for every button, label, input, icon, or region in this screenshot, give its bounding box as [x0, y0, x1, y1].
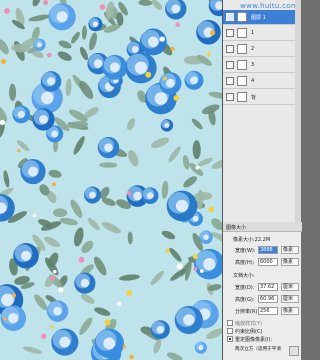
layer-row[interactable]: 图层 1: [223, 10, 301, 25]
layers-panel: www.huitu.com 图层 1 1 2 3 4 背: [222, 0, 301, 222]
eye-icon[interactable]: [226, 61, 234, 69]
resample-label: 重定图像像素(I):: [235, 337, 273, 343]
eye-icon[interactable]: [226, 29, 234, 37]
resample-method-select[interactable]: 两次立方（适用于平滑: [235, 346, 281, 352]
layer-thumbnail: [237, 60, 247, 70]
eye-icon[interactable]: [226, 93, 234, 101]
pixel-height-label: 高度(H):: [235, 260, 255, 266]
resample-dropdown-button[interactable]: [289, 346, 299, 356]
watermark: www.huitu.com: [240, 2, 298, 10]
layer-thumbnail: [237, 76, 247, 86]
pixel-width-unit-select[interactable]: 像素: [281, 246, 299, 254]
layer-row[interactable]: 3: [223, 58, 301, 73]
layer-row[interactable]: 1: [223, 26, 301, 41]
doc-height-input[interactable]: 60.96: [258, 295, 278, 303]
document-canvas[interactable]: [0, 0, 222, 360]
doc-size-label: 文档大小:: [233, 273, 255, 279]
resample-checkbox[interactable]: [227, 336, 233, 342]
layer-thumbnail: [237, 92, 247, 102]
layer-label: 1: [251, 30, 255, 36]
panel-scroll-strip[interactable]: [295, 0, 301, 222]
floral-pattern-image: [0, 0, 222, 360]
layer-row[interactable]: 2: [223, 42, 301, 57]
layer-row[interactable]: 4: [223, 74, 301, 89]
layer-label: 4: [251, 78, 255, 84]
resolution-unit-select[interactable]: 像素: [281, 307, 299, 315]
pixel-width-input[interactable]: 3888: [258, 246, 278, 254]
layer-label: 3: [251, 62, 255, 68]
layer-thumbnail: [237, 12, 247, 22]
layer-thumbnail: [237, 28, 247, 38]
doc-width-label: 宽度(D):: [235, 285, 255, 291]
doc-height-label: 高度(G):: [235, 297, 255, 303]
constrain-proportions-checkbox[interactable]: [227, 328, 233, 334]
doc-width-unit-select[interactable]: 厘米: [281, 283, 299, 291]
layer-thumbnail: [237, 44, 247, 54]
doc-height-unit-select[interactable]: 厘米: [281, 295, 299, 303]
scale-styles-checkbox[interactable]: [227, 320, 233, 326]
layer-label: 2: [251, 46, 255, 52]
resolution-input[interactable]: 256: [258, 307, 278, 315]
eye-icon[interactable]: [226, 45, 234, 53]
pixel-height-input[interactable]: 6000: [258, 258, 278, 266]
doc-width-input[interactable]: 37.62: [258, 283, 278, 291]
eye-icon[interactable]: [226, 77, 234, 85]
pixel-height-unit-select[interactable]: 像素: [281, 258, 299, 266]
image-size-dialog: 图像大小 像素大小:22.2M 宽度(W): 3888 像素 高度(H): 60…: [222, 222, 302, 360]
dialog-title: 图像大小: [223, 222, 302, 232]
layer-row[interactable]: 背: [223, 90, 301, 105]
resolution-label: 分辨率(R):: [235, 309, 260, 315]
pixel-width-label: 宽度(W):: [235, 248, 256, 254]
scale-styles-label: 缩放样式(Y): [235, 321, 262, 327]
constrain-proportions-label: 约束比例(C): [235, 329, 263, 335]
layer-label: 图层 1: [251, 15, 266, 21]
pixel-size-label: 像素大小:22.2M: [233, 237, 271, 243]
eye-icon[interactable]: [226, 13, 234, 21]
layer-label: 背: [251, 95, 257, 101]
